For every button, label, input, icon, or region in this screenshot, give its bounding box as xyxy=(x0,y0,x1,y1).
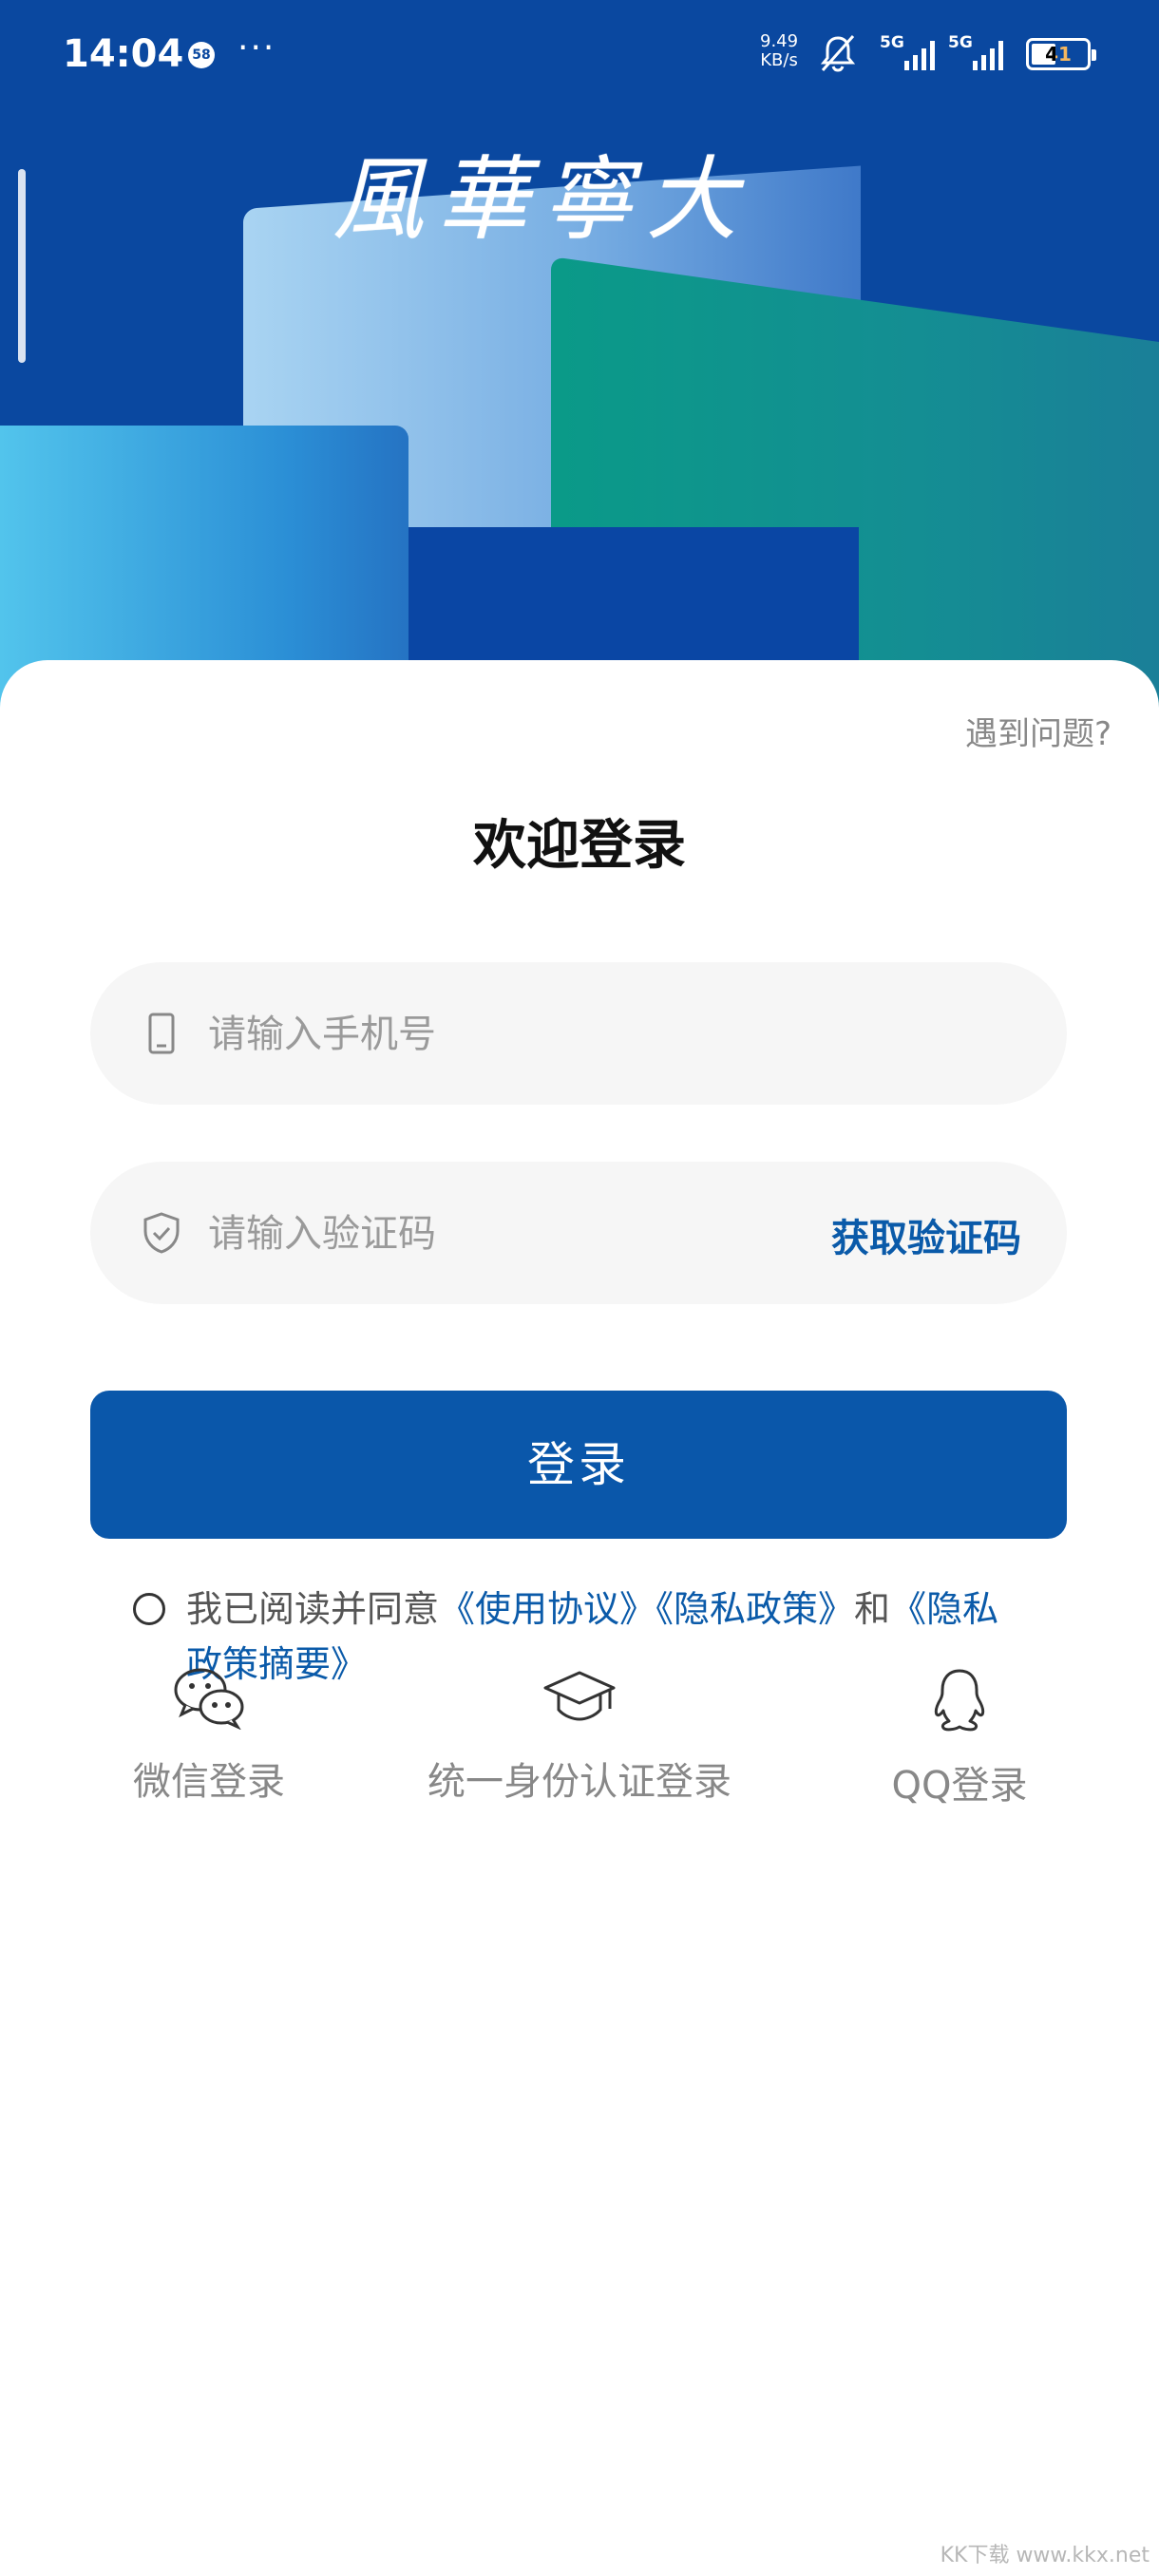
graduation-cap-icon xyxy=(543,1671,616,1721)
network-speed-unit: KB/s xyxy=(760,50,798,70)
network-speed-value: 9.49 xyxy=(760,31,799,51)
university-calligraphy-logo: 風華寧大 xyxy=(332,146,750,253)
qq-icon xyxy=(934,1669,985,1732)
edge-handle[interactable] xyxy=(18,169,26,363)
cellular-signal-1-icon: 5G xyxy=(880,33,935,70)
terms-link[interactable]: 《使用协议》 xyxy=(439,1588,656,1630)
battery-icon: 41 xyxy=(1026,38,1096,70)
shield-check-icon xyxy=(143,1212,180,1254)
more-notifications-icon: ··· xyxy=(238,28,276,67)
battery-level: 41 xyxy=(1045,43,1072,66)
phone-icon xyxy=(148,1013,175,1054)
header-banner: 風華寧大 14:04 58 ··· 9.49 KB/s 5G 5G 41 xyxy=(0,0,1159,722)
banner-shape-navy xyxy=(408,527,859,679)
agreement-and: 和 xyxy=(854,1588,891,1630)
verification-code-field[interactable]: 获取验证码 xyxy=(90,1162,1067,1304)
phone-input[interactable] xyxy=(206,1000,856,1069)
agreement-radio[interactable] xyxy=(133,1593,165,1625)
status-bar: 14:04 58 ··· 9.49 KB/s 5G 5G 41 xyxy=(0,0,1159,104)
signal-1-label: 5G xyxy=(880,33,904,52)
wechat-login-option[interactable]: 微信登录 xyxy=(114,1667,304,1806)
watermark: KK下载 www.kkx.net xyxy=(940,2544,1150,2567)
qq-login-label: QQ登录 xyxy=(891,1764,1028,1808)
login-button[interactable]: 登录 xyxy=(90,1391,1067,1539)
help-link[interactable]: 遇到问题? xyxy=(965,708,1112,754)
signal-2-label: 5G xyxy=(948,33,973,52)
muted-bell-icon xyxy=(820,35,856,72)
login-card: 遇到问题? 欢迎登录 获取验证码 登录 我已阅读并同意《使用协议》《隐私政策》和… xyxy=(0,660,1159,2576)
status-time: 14:04 xyxy=(63,32,184,76)
wechat-login-label: 微信登录 xyxy=(133,1760,285,1804)
privacy-policy-link[interactable]: 《隐私政策》 xyxy=(656,1588,854,1630)
notification-badge: 58 xyxy=(188,42,215,68)
verification-code-input[interactable] xyxy=(206,1200,856,1268)
qq-login-option[interactable]: QQ登录 xyxy=(855,1667,1064,1809)
get-code-button[interactable]: 获取验证码 xyxy=(831,1207,1021,1262)
unified-auth-login-option[interactable]: 统一身份认证登录 xyxy=(408,1667,750,1806)
agreement-prefix: 我已阅读并同意 xyxy=(186,1588,440,1630)
cellular-signal-2-icon: 5G xyxy=(948,33,1003,70)
phone-field[interactable] xyxy=(90,962,1067,1105)
wechat-icon xyxy=(174,1668,244,1730)
page-title: 欢迎登录 xyxy=(473,815,686,877)
unified-auth-login-label: 统一身份认证登录 xyxy=(428,1760,732,1804)
network-speed: 9.49 KB/s xyxy=(760,32,798,70)
